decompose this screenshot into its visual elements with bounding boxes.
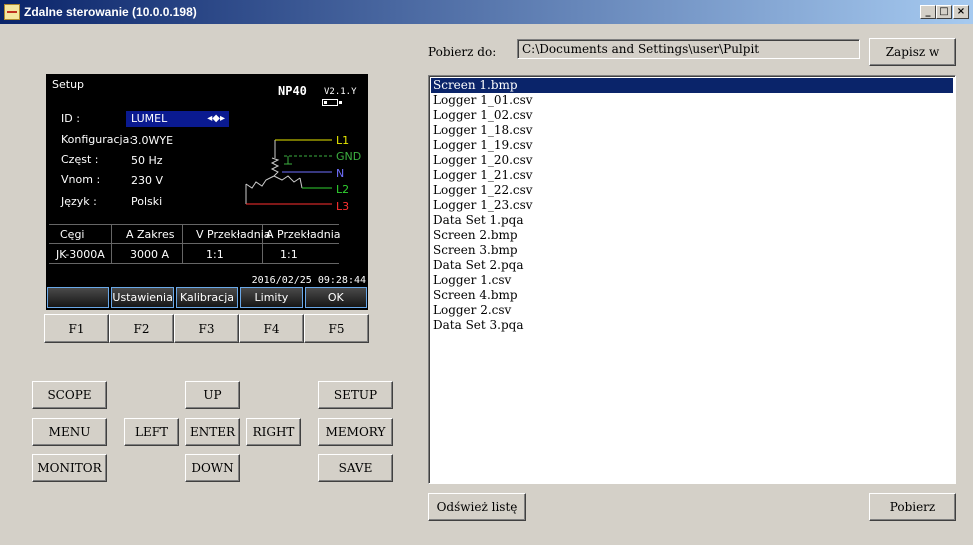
table-cell: 3000 A: [130, 248, 170, 261]
list-item[interactable]: Logger 2.csv: [431, 303, 953, 318]
list-item[interactable]: Logger 1_21.csv: [431, 168, 953, 183]
softkey-1: [47, 287, 110, 308]
list-item[interactable]: Data Set 3.pqa: [431, 318, 953, 333]
list-item[interactable]: Logger 1_18.csv: [431, 123, 953, 138]
list-item[interactable]: Logger 1_02.csv: [431, 108, 953, 123]
vnom-label: Vnom :: [61, 173, 101, 186]
id-selector[interactable]: LUMEL ◂◆▸: [126, 111, 229, 127]
softkey-ok: OK: [304, 287, 367, 308]
list-item[interactable]: Logger 1_01.csv: [431, 93, 953, 108]
freq-value: 50 Hz: [131, 154, 163, 167]
maximize-button[interactable]: □: [936, 5, 952, 19]
screen-datetime: 2016/02/25 09:28:44: [251, 275, 366, 286]
down-button[interactable]: DOWN: [185, 454, 240, 482]
f3-button[interactable]: F3: [174, 314, 239, 343]
wire-label-gnd: GND: [336, 150, 362, 163]
window-title: Zdalne sterowanie (10.0.0.198): [24, 5, 197, 19]
screen-title: Setup: [52, 78, 85, 91]
wire-label-l1: L1: [336, 134, 350, 147]
table-divider: [111, 224, 112, 263]
table-header: A Zakres: [126, 228, 175, 241]
scope-button[interactable]: SCOPE: [32, 381, 107, 409]
table-header: Cęgi: [60, 228, 85, 241]
language-value: Polski: [131, 195, 163, 208]
softkey-bar: Ustawienia Kalibracja Limity OK: [46, 287, 368, 309]
f2-button[interactable]: F2: [109, 314, 174, 343]
save-button[interactable]: SAVE: [318, 454, 393, 482]
softkey-ustawienia: Ustawienia: [111, 287, 174, 308]
setup-button[interactable]: SETUP: [318, 381, 393, 409]
app-icon: [4, 4, 20, 20]
monitor-button[interactable]: MONITOR: [32, 454, 107, 482]
minimize-button[interactable]: _: [920, 5, 936, 19]
file-list[interactable]: Screen 1.bmp Logger 1_01.csv Logger 1_02…: [428, 75, 956, 484]
list-item[interactable]: Screen 4.bmp: [431, 288, 953, 303]
table-cell: JK-3000A: [56, 248, 105, 261]
device-model: NP40: [278, 84, 307, 98]
f4-button[interactable]: F4: [239, 314, 304, 343]
id-value: LUMEL: [131, 112, 168, 125]
list-item[interactable]: Logger 1_19.csv: [431, 138, 953, 153]
table-divider: [49, 243, 339, 244]
id-label: ID :: [61, 112, 80, 125]
list-item[interactable]: Screen 3.bmp: [431, 243, 953, 258]
table-header: V Przekładnia: [196, 228, 271, 241]
refresh-list-button[interactable]: Odśwież listę: [428, 493, 526, 521]
up-button[interactable]: UP: [185, 381, 240, 409]
f5-button[interactable]: F5: [304, 314, 369, 343]
list-item[interactable]: Logger 1_23.csv: [431, 198, 953, 213]
vnom-value: 230 V: [131, 174, 164, 187]
table-cell: 1:1: [206, 248, 224, 261]
arrows-icon: ◂◆▸: [207, 113, 225, 124]
wire-label-n: N: [336, 167, 345, 180]
title-bar: Zdalne sterowanie (10.0.0.198) _ □ ×: [0, 0, 973, 24]
wire-label-l2: L2: [336, 183, 350, 196]
list-item[interactable]: Logger 1_22.csv: [431, 183, 953, 198]
table-divider: [182, 224, 183, 263]
softkey-kalibracja: Kalibracja: [175, 287, 239, 308]
firmware-version: V2.1.Y: [324, 87, 357, 97]
list-item[interactable]: Screen 2.bmp: [431, 228, 953, 243]
download-path-field[interactable]: C:\Documents and Settings\user\Pulpit: [517, 39, 860, 59]
memory-button[interactable]: MEMORY: [318, 418, 393, 446]
f1-button[interactable]: F1: [44, 314, 109, 343]
list-item[interactable]: Data Set 2.pqa: [431, 258, 953, 273]
wire-label-l3: L3: [336, 200, 350, 213]
table-header: A Przekładnia: [266, 228, 341, 241]
table-divider: [49, 224, 339, 225]
language-label: Język :: [61, 195, 97, 208]
download-to-label: Pobierz do:: [428, 45, 497, 59]
list-item[interactable]: Logger 1.csv: [431, 273, 953, 288]
left-button[interactable]: LEFT: [124, 418, 179, 446]
battery-icon: [322, 99, 342, 106]
softkey-limity: Limity: [240, 287, 303, 308]
device-screen: Setup NP40 V2.1.Y ID : LUMEL ◂◆▸ Konfigu…: [46, 74, 368, 310]
enter-button[interactable]: ENTER: [185, 418, 240, 446]
right-button[interactable]: RIGHT: [246, 418, 301, 446]
list-item[interactable]: Logger 1_20.csv: [431, 153, 953, 168]
table-cell: 1:1: [280, 248, 298, 261]
config-value: 3.0WYE: [131, 134, 174, 147]
save-to-button[interactable]: Zapisz w: [869, 38, 956, 66]
config-label: Konfiguracja:: [61, 133, 134, 146]
table-divider: [49, 263, 339, 264]
close-button[interactable]: ×: [953, 5, 969, 19]
list-item[interactable]: Screen 1.bmp: [431, 78, 953, 93]
menu-button[interactable]: MENU: [32, 418, 107, 446]
list-item[interactable]: Data Set 1.pqa: [431, 213, 953, 228]
download-button[interactable]: Pobierz: [869, 493, 956, 521]
freq-label: Częst :: [61, 153, 99, 166]
